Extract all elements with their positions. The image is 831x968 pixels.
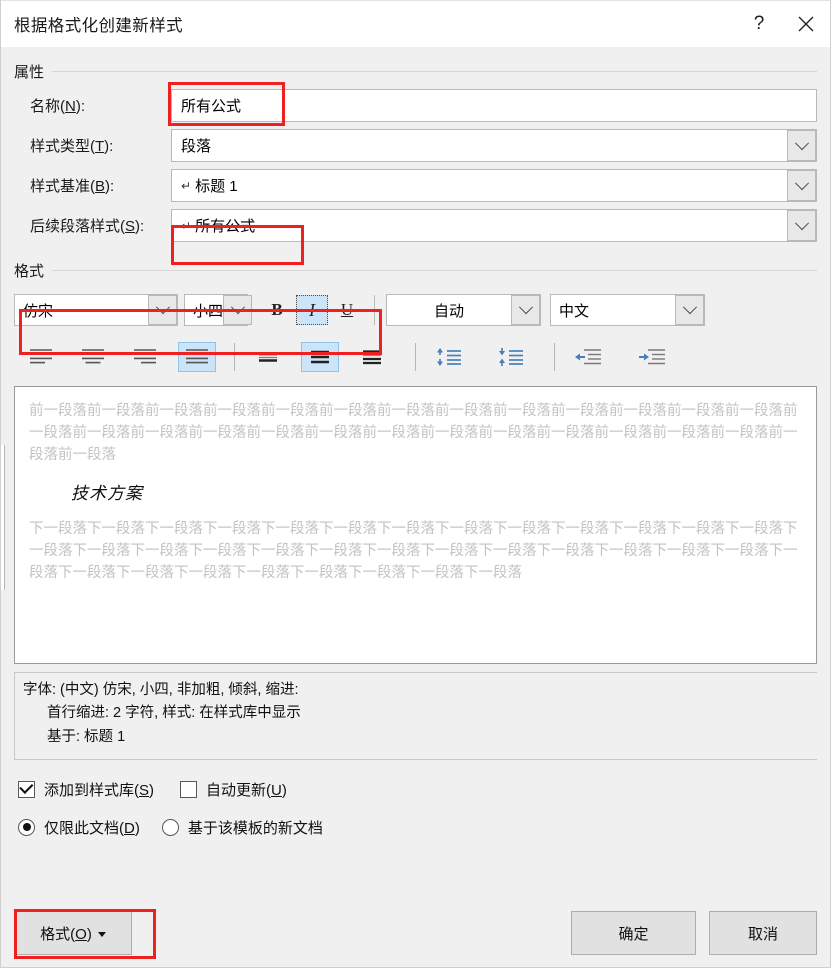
description-line-3: 基于: 标题 1 xyxy=(47,728,126,745)
next-style-row: 后续段落样式(S): ↵ 所有公式 xyxy=(14,209,817,242)
paragraph-mark-icon: ↵ xyxy=(181,219,192,233)
help-icon[interactable]: ? xyxy=(736,1,782,47)
chevron-down-icon[interactable] xyxy=(223,295,253,325)
line-spacing-1-5-button[interactable] xyxy=(301,342,339,372)
new-documents-from-template-radio[interactable]: 基于该模板的新文档 xyxy=(161,817,323,838)
paragraph-format-toolbar xyxy=(14,337,817,377)
add-to-gallery-checkbox[interactable]: 添加到样式库(S) xyxy=(18,779,154,800)
style-based-on-value: ↵ 标题 1 xyxy=(181,178,238,195)
dialog-title: 根据格式化创建新样式 xyxy=(14,17,183,35)
paragraph-mark-icon: ↵ xyxy=(181,179,192,193)
format-group-label: 格式 xyxy=(14,263,45,280)
italic-button[interactable]: I xyxy=(296,295,328,325)
description-line-2: 首行缩进: 2 字符, 样式: 在样式库中显示 xyxy=(47,705,301,722)
properties-group-label: 属性 xyxy=(14,64,45,81)
name-label: 名称(N): xyxy=(30,98,86,115)
decrease-indent-button[interactable] xyxy=(569,342,607,372)
radio-icon-unselected[interactable] xyxy=(161,818,179,836)
close-icon[interactable] xyxy=(782,1,830,47)
only-this-document-radio[interactable]: 仅限此文档(D) xyxy=(18,817,140,838)
preview-sample-text: 技术方案 xyxy=(71,484,143,504)
cancel-button[interactable]: 取消 xyxy=(709,911,817,955)
group-divider-line xyxy=(52,270,817,271)
style-options: 添加到样式库(S) 自动更新(U) 仅限此文档(D) 基于该模板的新文档 xyxy=(14,775,817,841)
style-type-label: 样式类型(T): xyxy=(30,138,114,155)
style-based-on-label: 样式基准(B): xyxy=(30,178,115,195)
properties-group-title: 属性 xyxy=(14,61,817,82)
window-edge-artifact xyxy=(1,445,5,590)
name-input[interactable]: 所有公式 xyxy=(171,89,817,122)
chevron-down-icon[interactable] xyxy=(148,295,177,325)
chevron-down-icon[interactable] xyxy=(787,210,816,241)
decrease-paragraph-spacing-button[interactable] xyxy=(492,342,530,372)
bold-italic-underline-group: B I U xyxy=(261,295,363,325)
underline-button[interactable]: U xyxy=(331,295,363,325)
dialog-footer: 格式(O) 确定 取消 xyxy=(1,899,830,967)
font-name-select[interactable]: 仿宋 xyxy=(14,294,178,326)
font-size-value: 小四 xyxy=(193,302,224,320)
align-right-button[interactable] xyxy=(126,342,164,372)
style-based-on-row: 样式基准(B): ↵ 标题 1 xyxy=(14,169,817,202)
caret-down-icon xyxy=(97,931,106,937)
format-button[interactable]: 格式(O) xyxy=(14,911,132,955)
font-color-value: 自动 xyxy=(433,302,464,320)
description-line-1: 字体: (中文) 仿宋, 小四, 非加粗, 倾斜, 缩进: xyxy=(23,682,299,698)
toolbar-divider xyxy=(234,343,235,371)
bold-button[interactable]: B xyxy=(261,295,293,325)
window-buttons: ? xyxy=(736,1,830,47)
checkbox-icon-checked[interactable] xyxy=(18,779,35,798)
style-description: 字体: (中文) 仿宋, 小四, 非加粗, 倾斜, 缩进: 首行缩进: 2 字符… xyxy=(14,672,817,760)
align-center-button[interactable] xyxy=(74,342,112,372)
style-type-row: 样式类型(T): 段落 xyxy=(14,129,817,162)
next-style-select[interactable]: ↵ 所有公式 xyxy=(171,209,817,242)
create-new-style-dialog: 根据格式化创建新样式 ? 属性 名称(N): 所有公式 样式类型(T): 段落 … xyxy=(0,0,831,968)
font-color-select[interactable]: 自动 xyxy=(386,294,541,326)
next-style-label: 后续段落样式(S): xyxy=(30,218,145,235)
radio-row: 仅限此文档(D) 基于该模板的新文档 xyxy=(18,813,817,841)
dialog-titlebar: 根据格式化创建新样式 ? xyxy=(1,0,830,47)
chevron-down-icon[interactable] xyxy=(511,295,540,325)
name-value: 所有公式 xyxy=(181,98,242,115)
increase-paragraph-spacing-button[interactable] xyxy=(430,342,468,372)
toolbar-divider xyxy=(374,295,375,325)
preview-after-text: 下一段落下一段落下一段落下一段落下一段落下一段落下一段落下一段落下一段落下一段落… xyxy=(29,521,798,582)
line-spacing-double-button[interactable] xyxy=(353,342,391,372)
language-value: 中文 xyxy=(559,302,590,320)
ok-button[interactable]: 确定 xyxy=(571,911,696,955)
chevron-down-icon[interactable] xyxy=(675,295,704,325)
group-divider-line xyxy=(52,71,817,72)
align-left-button[interactable] xyxy=(22,342,60,372)
toolbar-divider xyxy=(415,343,416,371)
new-documents-from-template-label: 基于该模板的新文档 xyxy=(187,819,323,837)
radio-icon-selected[interactable] xyxy=(18,818,35,836)
auto-update-label: 自动更新(U) xyxy=(206,781,287,799)
font-size-select[interactable]: 小四 xyxy=(184,294,253,326)
name-row: 名称(N): 所有公式 xyxy=(14,89,817,122)
style-type-select[interactable]: 段落 xyxy=(171,129,817,162)
font-name-value: 仿宋 xyxy=(23,302,54,320)
language-select[interactable]: 中文 xyxy=(550,294,705,326)
next-style-value: ↵ 所有公式 xyxy=(181,218,256,235)
style-preview-pane: 前一段落前一段落前一段落前一段落前一段落前一段落前一段落前一段落前一段落前一段落… xyxy=(14,386,817,664)
format-button-label: 格式(O) xyxy=(40,925,92,943)
add-to-gallery-label: 添加到样式库(S) xyxy=(44,781,155,799)
checkbox-row: 添加到样式库(S) 自动更新(U) xyxy=(18,775,817,803)
auto-update-checkbox[interactable]: 自动更新(U) xyxy=(180,779,287,800)
line-spacing-single-button[interactable] xyxy=(249,342,287,372)
character-format-toolbar: 仿宋 小四 B I U 自动 中文 xyxy=(14,290,817,330)
only-this-document-label: 仅限此文档(D) xyxy=(44,819,140,837)
dialog-body: 属性 名称(N): 所有公式 样式类型(T): 段落 样式基准(B): ↵ 标题 … xyxy=(1,47,830,899)
preview-before-text: 前一段落前一段落前一段落前一段落前一段落前一段落前一段落前一段落前一段落前一段落… xyxy=(29,403,798,464)
toolbar-divider xyxy=(554,343,555,371)
style-based-on-select[interactable]: ↵ 标题 1 xyxy=(171,169,817,202)
style-type-value: 段落 xyxy=(181,138,212,155)
align-justify-button[interactable] xyxy=(178,342,216,372)
format-group-title: 格式 xyxy=(14,260,817,281)
checkbox-icon-unchecked[interactable] xyxy=(180,780,198,798)
increase-indent-button[interactable] xyxy=(633,342,671,372)
chevron-down-icon[interactable] xyxy=(787,130,816,161)
chevron-down-icon[interactable] xyxy=(787,170,816,201)
